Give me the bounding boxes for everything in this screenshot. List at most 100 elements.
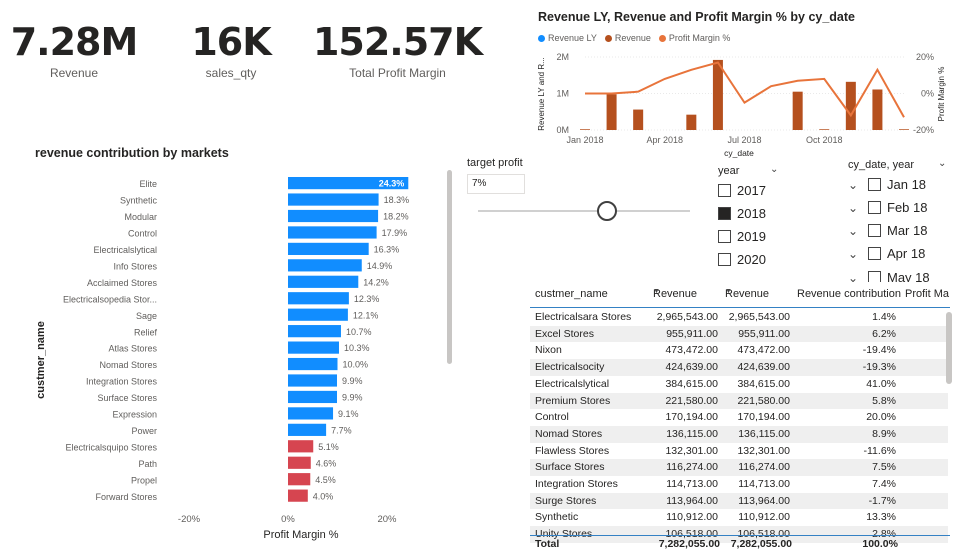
table-row[interactable]: Synthetic 110,912.00 110,912.00 13.3% xyxy=(530,509,948,526)
date-option-feb-18[interactable]: ⌄ Feb 18 xyxy=(848,200,927,215)
revenue-bar[interactable] xyxy=(819,129,830,130)
combo-chart[interactable]: 2M 1M 0M 20% 0% -20% Revenue LY and R... Profit… xyxy=(536,30,950,166)
cell-revenue-2: 473,472.00 xyxy=(737,344,790,357)
year-option-2018[interactable]: 2018 xyxy=(718,206,766,221)
bar[interactable] xyxy=(288,456,311,469)
column-header-custmer-name[interactable]: custmer_name xyxy=(535,288,608,300)
table-row[interactable]: Surface Stores 116,274.00 116,274.00 7.5% xyxy=(530,459,948,476)
table-row[interactable]: Excel Stores 955,911.00 955,911.00 6.2% xyxy=(530,325,948,343)
cell-revenue: 221,580.00 xyxy=(665,394,718,407)
revenue-bar[interactable] xyxy=(899,129,909,130)
revenue-bar[interactable] xyxy=(845,81,856,130)
checkbox-icon[interactable] xyxy=(868,178,881,191)
table-row[interactable]: Premium Stores 221,580.00 221,580.00 5.8% xyxy=(530,392,948,410)
table-scrollbar[interactable] xyxy=(946,312,952,384)
bar[interactable] xyxy=(288,374,338,387)
year-slicer-chevron-down-icon[interactable]: ⌄ xyxy=(770,164,778,175)
bar[interactable] xyxy=(288,473,311,486)
revenue-bar[interactable] xyxy=(686,114,697,130)
revenue-bar[interactable] xyxy=(606,94,617,130)
table-row[interactable]: Flawless Stores 132,301.00 132,301.00 -11.6… xyxy=(530,443,948,460)
bar[interactable] xyxy=(288,226,377,239)
bar-data-label: 24.3% xyxy=(379,179,405,189)
date-option-apr-18[interactable]: ⌄ Apr 18 xyxy=(848,246,925,261)
expand-chevron-icon[interactable]: ⌄ xyxy=(848,178,862,192)
table-row[interactable]: Integration Stores 114,713.00 114,713.00 7.… xyxy=(530,476,948,493)
table-row[interactable]: Nixon 473,472.00 473,472.00 -19.4% xyxy=(530,342,948,359)
total-contribution: 100.0% xyxy=(862,538,898,550)
bar-chart-scrollbar[interactable] xyxy=(447,170,452,364)
date-slicer-chevron-down-icon[interactable]: ⌄ xyxy=(938,158,946,169)
bar-data-label: 9.9% xyxy=(342,376,363,386)
revenue-bar[interactable] xyxy=(580,129,590,130)
cell-revenue-2: 221,580.00 xyxy=(737,394,790,407)
bar[interactable] xyxy=(288,193,379,206)
date-option-may-18[interactable]: ⌄ May 18 xyxy=(848,270,930,282)
date-option-jan-18[interactable]: ⌄ Jan 18 xyxy=(848,177,926,192)
checkbox-icon[interactable] xyxy=(718,184,731,197)
table-row[interactable]: Electricalsocity 424,639.00 424,639.00 -19.… xyxy=(530,359,948,376)
bar[interactable] xyxy=(288,440,314,453)
combo-right-tick-label: 0% xyxy=(921,89,934,99)
expand-chevron-icon[interactable]: ⌄ xyxy=(848,224,862,238)
checkbox-icon[interactable] xyxy=(718,230,731,243)
year-option-2020[interactable]: 2020 xyxy=(718,252,766,267)
bar[interactable] xyxy=(288,242,369,255)
column-header-revenue-contribution[interactable]: Revenue contribution xyxy=(797,288,901,300)
checkbox-icon[interactable] xyxy=(868,247,881,260)
bar-data-label: 10.3% xyxy=(344,343,370,353)
combo-x-tick-label: Apr 2018 xyxy=(646,135,683,145)
cell-customer-name: Excel Stores xyxy=(535,327,594,340)
expand-chevron-icon[interactable]: ⌄ xyxy=(848,201,862,215)
checkbox-icon[interactable] xyxy=(868,201,881,214)
bar[interactable] xyxy=(288,259,362,272)
bar[interactable] xyxy=(288,390,338,404)
revenue-bar[interactable] xyxy=(872,89,883,130)
sort-descending-icon[interactable]: ▼ xyxy=(653,288,660,295)
checkbox-checked-icon[interactable] xyxy=(718,207,731,220)
cell-revenue: 110,912.00 xyxy=(666,511,718,524)
date-option-mar-18[interactable]: ⌄ Mar 18 xyxy=(848,223,927,238)
year-option-2017[interactable]: 2017 xyxy=(718,183,766,198)
table-row[interactable]: Nomad Stores 136,115.00 136,115.00 8.9% xyxy=(530,425,948,443)
sort-descending-icon[interactable]: ▼ xyxy=(725,288,732,295)
cell-revenue: 2,965,543.00 xyxy=(656,311,718,323)
bar[interactable] xyxy=(288,209,379,223)
target-profit-slider-track[interactable] xyxy=(478,210,690,212)
cell-revenue: 955,911.00 xyxy=(666,327,718,340)
table-row[interactable]: Electricalslytical 384,615.00 384,615.00 41… xyxy=(530,376,948,393)
bar[interactable] xyxy=(288,489,308,502)
bar-x-tick-label: 20% xyxy=(377,514,397,525)
bar[interactable] xyxy=(288,275,359,288)
bar-category-label: Expression xyxy=(112,410,157,420)
column-header-profit-margin[interactable]: Profit Ma xyxy=(905,288,949,300)
table-row[interactable]: Control 170,194.00 170,194.00 20.0% xyxy=(530,409,948,426)
revenue-bar[interactable] xyxy=(712,59,723,130)
combo-x-tick-label: Oct 2018 xyxy=(806,135,843,145)
bar[interactable] xyxy=(288,423,327,436)
checkbox-icon[interactable] xyxy=(868,271,881,282)
cell-customer-name: Surge Stores xyxy=(535,494,597,507)
target-profit-input[interactable]: 7% xyxy=(467,174,525,194)
target-profit-slider-handle[interactable] xyxy=(597,201,617,221)
cell-contribution: -19.3% xyxy=(862,361,896,374)
revenue-bar[interactable] xyxy=(633,109,644,130)
bar[interactable] xyxy=(288,308,348,321)
year-option-2019[interactable]: 2019 xyxy=(718,229,766,244)
bar-chart[interactable]: custmer_name Elite 24.3% Synthetic 18.3% Modu… xyxy=(30,170,450,545)
profit-margin-line[interactable] xyxy=(585,61,905,118)
table-row[interactable]: Surge Stores 113,964.00 113,964.00 -1.7% xyxy=(530,492,948,510)
table-row[interactable]: Electricalsara Stores 2,965,543.00 2,965,5… xyxy=(530,309,948,326)
expand-chevron-icon[interactable]: ⌄ xyxy=(848,271,862,283)
revenue-bar[interactable] xyxy=(792,91,803,130)
checkbox-icon[interactable] xyxy=(868,224,881,237)
cell-contribution: -19.4% xyxy=(862,344,896,357)
checkbox-icon[interactable] xyxy=(718,253,731,266)
year-slicer-title: year xyxy=(718,165,740,177)
bar[interactable] xyxy=(288,325,341,338)
bar[interactable] xyxy=(288,357,338,371)
bar[interactable] xyxy=(288,292,349,305)
expand-chevron-icon[interactable]: ⌄ xyxy=(848,247,862,261)
bar[interactable] xyxy=(288,341,339,354)
bar[interactable] xyxy=(288,407,334,420)
